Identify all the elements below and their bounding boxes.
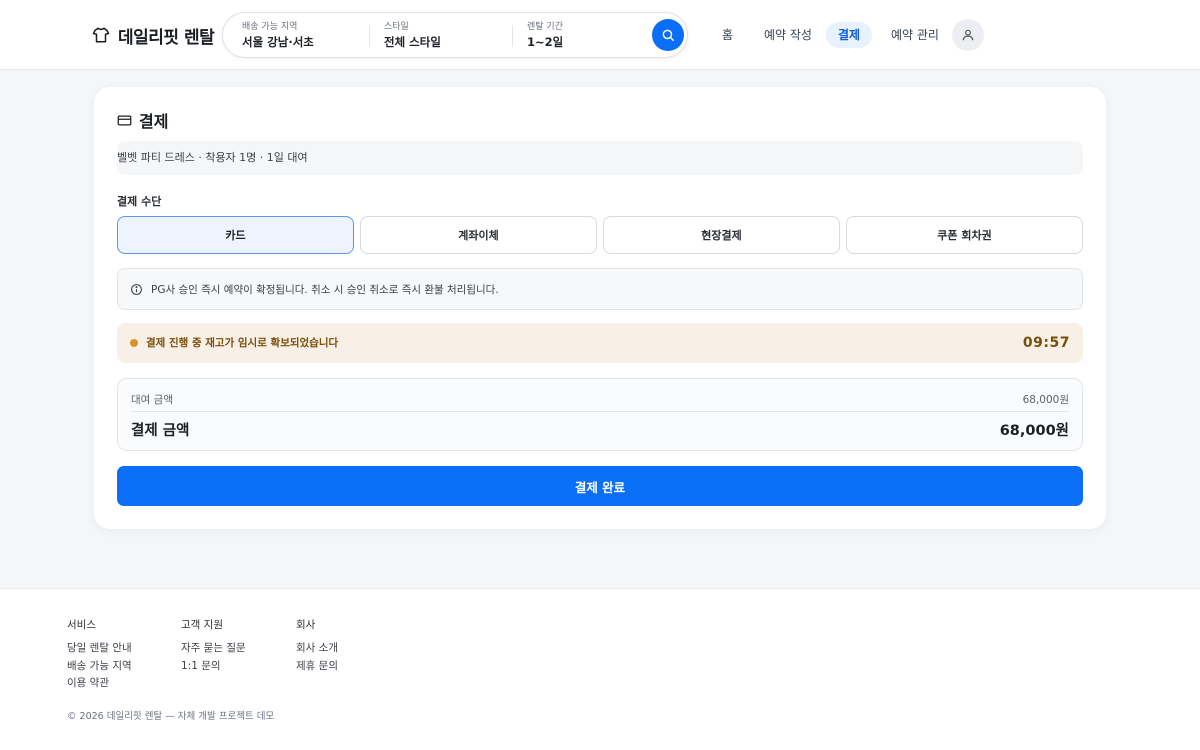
shirt-icon bbox=[92, 27, 110, 43]
payment-card: 결제 벨벳 파티 드레스 · 착용자 1명 · 1일 대여 결제 수단 카드 계… bbox=[94, 87, 1106, 529]
avatar-button[interactable] bbox=[952, 19, 984, 51]
footer-heading: 서비스 bbox=[67, 619, 96, 631]
footer-link[interactable]: 1:1 문의 bbox=[181, 658, 246, 676]
inventory-hold-banner: 결제 진행 중 재고가 임시로 확보되었습니다 09:57 bbox=[117, 323, 1083, 363]
payment-method-label: 결제 수단 bbox=[117, 195, 162, 208]
payment-title-text: 결제 bbox=[139, 112, 169, 131]
total-amount-value: 68,000원 bbox=[999, 423, 1069, 439]
footer-column-company: 회사 회사 소개 제휴 문의 bbox=[296, 619, 338, 675]
segment-label: 배송 가능 지역 bbox=[242, 22, 298, 32]
search-segment-period[interactable]: 렌탈 기간 1~2일 bbox=[527, 21, 563, 50]
brand-logo[interactable]: 데일리핏 렌탈 bbox=[92, 22, 215, 48]
search-button[interactable] bbox=[652, 19, 684, 51]
footer-link[interactable]: 이용 약관 bbox=[67, 675, 132, 693]
nav-reservation-create[interactable]: 예약 작성 bbox=[752, 22, 824, 48]
info-icon bbox=[131, 283, 142, 295]
payment-title: 결제 bbox=[117, 109, 168, 131]
footer-heading: 회사 bbox=[296, 619, 316, 631]
credit-card-icon bbox=[117, 115, 132, 125]
footer-link[interactable]: 당일 렌탈 안내 bbox=[67, 640, 132, 658]
payment-method-transfer[interactable]: 계좌이체 bbox=[360, 216, 597, 254]
footer-link[interactable]: 회사 소개 bbox=[296, 640, 338, 658]
payment-method-card[interactable]: 카드 bbox=[117, 216, 354, 254]
user-icon bbox=[962, 29, 974, 41]
brand-name: 데일리핏 렌탈 bbox=[118, 27, 215, 48]
total-amount-label: 결제 금액 bbox=[131, 423, 190, 439]
nav-reservation-manage[interactable]: 예약 관리 bbox=[879, 22, 951, 48]
copyright-text: © 2026 데일리핏 렌탈 — 자체 개발 프로젝트 데모 bbox=[67, 711, 275, 722]
hold-status-dot bbox=[130, 339, 138, 347]
rental-amount-label: 대여 금액 bbox=[131, 394, 173, 406]
search-icon bbox=[662, 29, 674, 41]
footer-link[interactable]: 자주 묻는 질문 bbox=[181, 640, 246, 658]
nav-payment[interactable]: 결제 bbox=[826, 22, 873, 48]
segment-label: 렌탈 기간 bbox=[527, 22, 563, 32]
payment-method-coupon[interactable]: 쿠폰 회차권 bbox=[846, 216, 1083, 254]
payment-method-onsite[interactable]: 현장결제 bbox=[603, 216, 840, 254]
segment-value: 전체 스타일 bbox=[384, 35, 441, 49]
footer-heading: 고객 지원 bbox=[181, 619, 223, 631]
complete-payment-button[interactable]: 결제 완료 bbox=[117, 466, 1083, 506]
segment-divider bbox=[512, 25, 513, 47]
payment-info-notice: PG사 승인 즉시 예약이 확정됩니다. 취소 시 승인 취소로 즉시 환불 처… bbox=[117, 268, 1083, 310]
search-bar[interactable]: 배송 가능 지역 서울 강남·서초 스타일 전체 스타일 렌탈 기간 1~2일 bbox=[222, 12, 688, 58]
footer-column-support: 고객 지원 자주 묻는 질문 1:1 문의 bbox=[181, 619, 246, 675]
search-segment-style[interactable]: 스타일 전체 스타일 bbox=[384, 21, 441, 50]
footer-link[interactable]: 제휴 문의 bbox=[296, 658, 338, 676]
segment-label: 스타일 bbox=[384, 22, 409, 32]
info-text: PG사 승인 즉시 예약이 확정됩니다. 취소 시 승인 취소로 즉시 환불 처… bbox=[151, 283, 499, 296]
amount-divider bbox=[131, 411, 1069, 412]
hold-text: 결제 진행 중 재고가 임시로 확보되었습니다 bbox=[146, 337, 339, 349]
segment-value: 1~2일 bbox=[527, 35, 564, 49]
nav-home[interactable]: 홈 bbox=[710, 22, 745, 48]
amount-summary: 대여 금액 68,000원 결제 금액 68,000원 bbox=[117, 378, 1083, 451]
hold-timer: 09:57 bbox=[1022, 335, 1070, 351]
site-header: 데일리핏 렌탈 배송 가능 지역 서울 강남·서초 스타일 전체 스타일 렌탈 … bbox=[0, 0, 1200, 70]
search-segment-region[interactable]: 배송 가능 지역 서울 강남·서초 bbox=[242, 21, 314, 50]
footer-column-service: 서비스 당일 렌탈 안내 배송 가능 지역 이용 약관 bbox=[67, 619, 132, 693]
segment-divider bbox=[369, 25, 370, 47]
site-footer: 서비스 당일 렌탈 안내 배송 가능 지역 이용 약관 고객 지원 자주 묻는 … bbox=[0, 588, 1200, 750]
segment-value: 서울 강남·서초 bbox=[242, 35, 314, 49]
order-summary-text: 벨벳 파티 드레스 · 착용자 1명 · 1일 대여 bbox=[117, 151, 308, 164]
footer-link[interactable]: 배송 가능 지역 bbox=[67, 658, 132, 676]
rental-amount-value: 68,000원 bbox=[1022, 394, 1069, 406]
